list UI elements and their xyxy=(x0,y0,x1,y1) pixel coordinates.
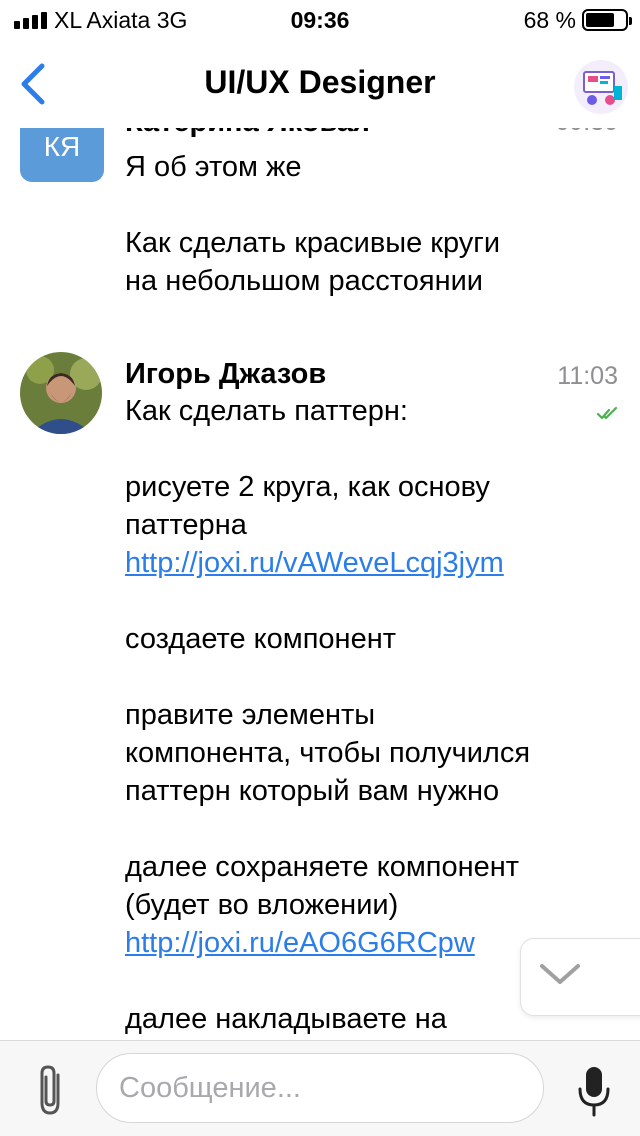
microphone-icon xyxy=(578,1067,610,1117)
message-list[interactable]: КЯ Катерина Яковая 09:30 Я об этом же Ка… xyxy=(0,128,640,1040)
message-time: 09:30 xyxy=(555,128,618,137)
battery-icon xyxy=(582,9,632,31)
microphone-button[interactable] xyxy=(574,1063,614,1121)
message-time: 11:03 xyxy=(557,362,618,390)
sender-name[interactable]: Катерина Яковая xyxy=(125,128,370,139)
message-text: Я об этом же Как сделать красивые круги … xyxy=(125,151,501,297)
attach-button[interactable] xyxy=(28,1061,72,1119)
message-link[interactable]: http://joxi.ru/vAWeveLcqj3jym xyxy=(125,547,504,579)
avatar[interactable] xyxy=(20,352,102,434)
message-composer xyxy=(0,1040,640,1136)
chevron-down-icon xyxy=(540,964,580,984)
nav-bar: UI/UX Designer xyxy=(0,40,640,128)
paperclip-icon xyxy=(40,1065,60,1115)
battery-percent: 68 % xyxy=(523,7,576,33)
group-avatar[interactable] xyxy=(574,60,628,114)
scroll-to-bottom-button[interactable] xyxy=(520,938,640,1016)
message-input[interactable] xyxy=(96,1053,544,1123)
chat-title[interactable]: UI/UX Designer xyxy=(0,64,640,101)
sender-name[interactable]: Игорь Джазов xyxy=(125,358,326,391)
message-link[interactable]: http://joxi.ru/eAO6G6RCpw xyxy=(125,927,475,959)
avatar[interactable]: КЯ xyxy=(20,128,104,182)
status-bar: XL Axiata 3G 09:36 68 % xyxy=(0,0,640,40)
